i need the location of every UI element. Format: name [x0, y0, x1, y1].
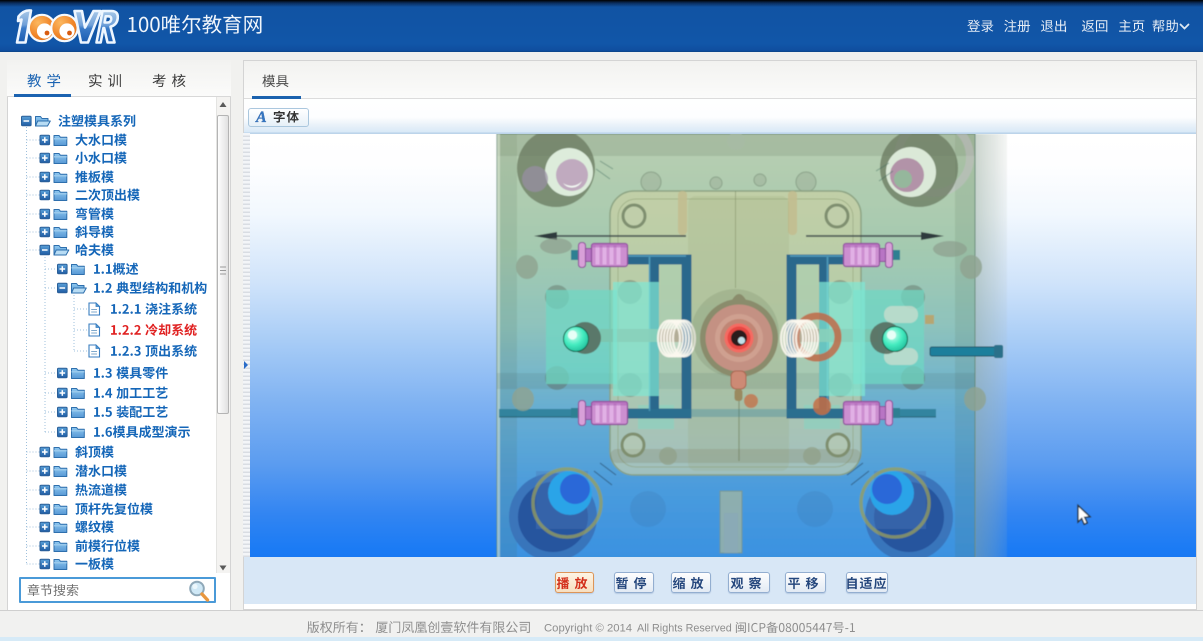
svg-text:A: A [255, 109, 267, 126]
svg-text:All Rights Reserved: All Rights Reserved [637, 623, 732, 635]
svg-text:Copyright © 2014: Copyright © 2014 [544, 623, 632, 635]
